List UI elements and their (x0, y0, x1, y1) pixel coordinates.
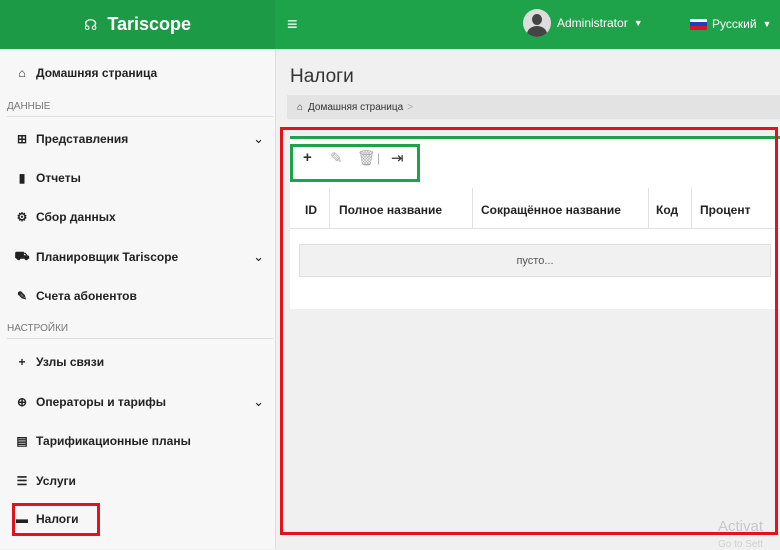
sidebar-item-label: Планировщик Tariscope (36, 250, 179, 264)
sidebar-item-label: Счета абонентов (36, 289, 137, 303)
sidebar-item-services[interactable]: ☰ Услуги (14, 474, 264, 488)
chevron-down-icon: ⌄ (253, 249, 264, 264)
breadcrumb-home-link[interactable]: Домашняя страница (308, 102, 403, 113)
sidebar: ⌂ Домашняя страница ДАННЫЕ ⊞ Представлен… (0, 49, 276, 549)
hamburger-icon[interactable]: ≡ (287, 14, 298, 35)
top-bar: ☊ Tariscope ≡ Administrator ▼ Русский ▼ (0, 0, 780, 49)
home-icon: ⌂ (18, 66, 26, 80)
sidebar-item-views[interactable]: ⊞ Представления ⌄ (14, 131, 264, 146)
globe-icon: ⊕ (16, 395, 28, 409)
activation-watermark-hint: Go to Sett (718, 539, 764, 550)
page-title: Налоги (290, 66, 354, 87)
chevron-down-icon: ▼ (633, 18, 643, 28)
sidebar-item-label: Представления (36, 132, 129, 146)
section-header-data: ДАННЫЕ (7, 101, 273, 117)
table-icon: ⊞ (16, 132, 28, 146)
tariscope-logo-icon: ☊ (83, 16, 98, 34)
scheduler-icon: ⛟ (14, 249, 30, 263)
annotation-frame-content (280, 127, 778, 535)
section-header-settings: НАСТРОЙКИ (7, 323, 273, 339)
sidebar-item-operators[interactable]: ⊕ Операторы и тарифы ⌄ (14, 394, 264, 409)
home-icon: ⌂ (297, 101, 304, 113)
chevron-down-icon: ⌄ (253, 131, 264, 146)
sidebar-item-data-collection[interactable]: ⚙ Сбор данных (14, 210, 264, 224)
sidebar-item-tariff-plans[interactable]: ▤ Тарификационные планы (14, 434, 264, 448)
breadcrumb-separator: > (407, 101, 414, 113)
sidebar-item-label: Услуги (36, 474, 76, 488)
sidebar-item-label: Узлы связи (36, 355, 105, 369)
sidebar-item-label: Отчеты (36, 171, 81, 185)
user-menu[interactable]: Administrator ▼ (523, 9, 643, 37)
list-icon: ☰ (16, 474, 28, 488)
flag-icon (690, 18, 707, 30)
sidebar-item-label: Операторы и тарифы (36, 395, 166, 409)
activation-watermark: Activat (718, 518, 764, 535)
language-label: Русский (712, 17, 757, 31)
sidebar-item-label: Тарификационные планы (36, 434, 191, 448)
sidebar-item-scheduler[interactable]: ⛟ Планировщик Tariscope ⌄ (14, 249, 264, 265)
chevron-down-icon: ▼ (762, 19, 772, 29)
annotation-highlight-taxes (12, 503, 100, 536)
avatar (523, 9, 551, 37)
sidebar-item-label: Домашняя страница (36, 66, 158, 80)
file-icon: ▮ (18, 171, 26, 185)
cogs-icon: ⚙ (16, 210, 28, 224)
chevron-down-icon: ⌄ (253, 394, 264, 409)
sidebar-item-subscriber-invoices[interactable]: ✎ Счета абонентов (14, 289, 264, 303)
sidebar-item-nodes[interactable]: + Узлы связи (14, 355, 264, 369)
plus-icon: + (18, 355, 26, 369)
app-name: Tariscope (107, 14, 192, 34)
language-selector[interactable]: Русский ▼ (690, 17, 771, 31)
list-box-icon: ▤ (16, 434, 28, 448)
sidebar-item-home[interactable]: ⌂ Домашняя страница (14, 66, 264, 80)
sidebar-item-label: Сбор данных (36, 210, 116, 224)
sidebar-item-reports[interactable]: ▮ Отчеты (14, 171, 264, 185)
breadcrumb: ⌂ Домашняя страница > (287, 95, 780, 119)
user-name: Administrator (557, 16, 628, 30)
brand-logo[interactable]: ☊ Tariscope (0, 0, 275, 49)
invoice-icon: ✎ (16, 289, 28, 303)
